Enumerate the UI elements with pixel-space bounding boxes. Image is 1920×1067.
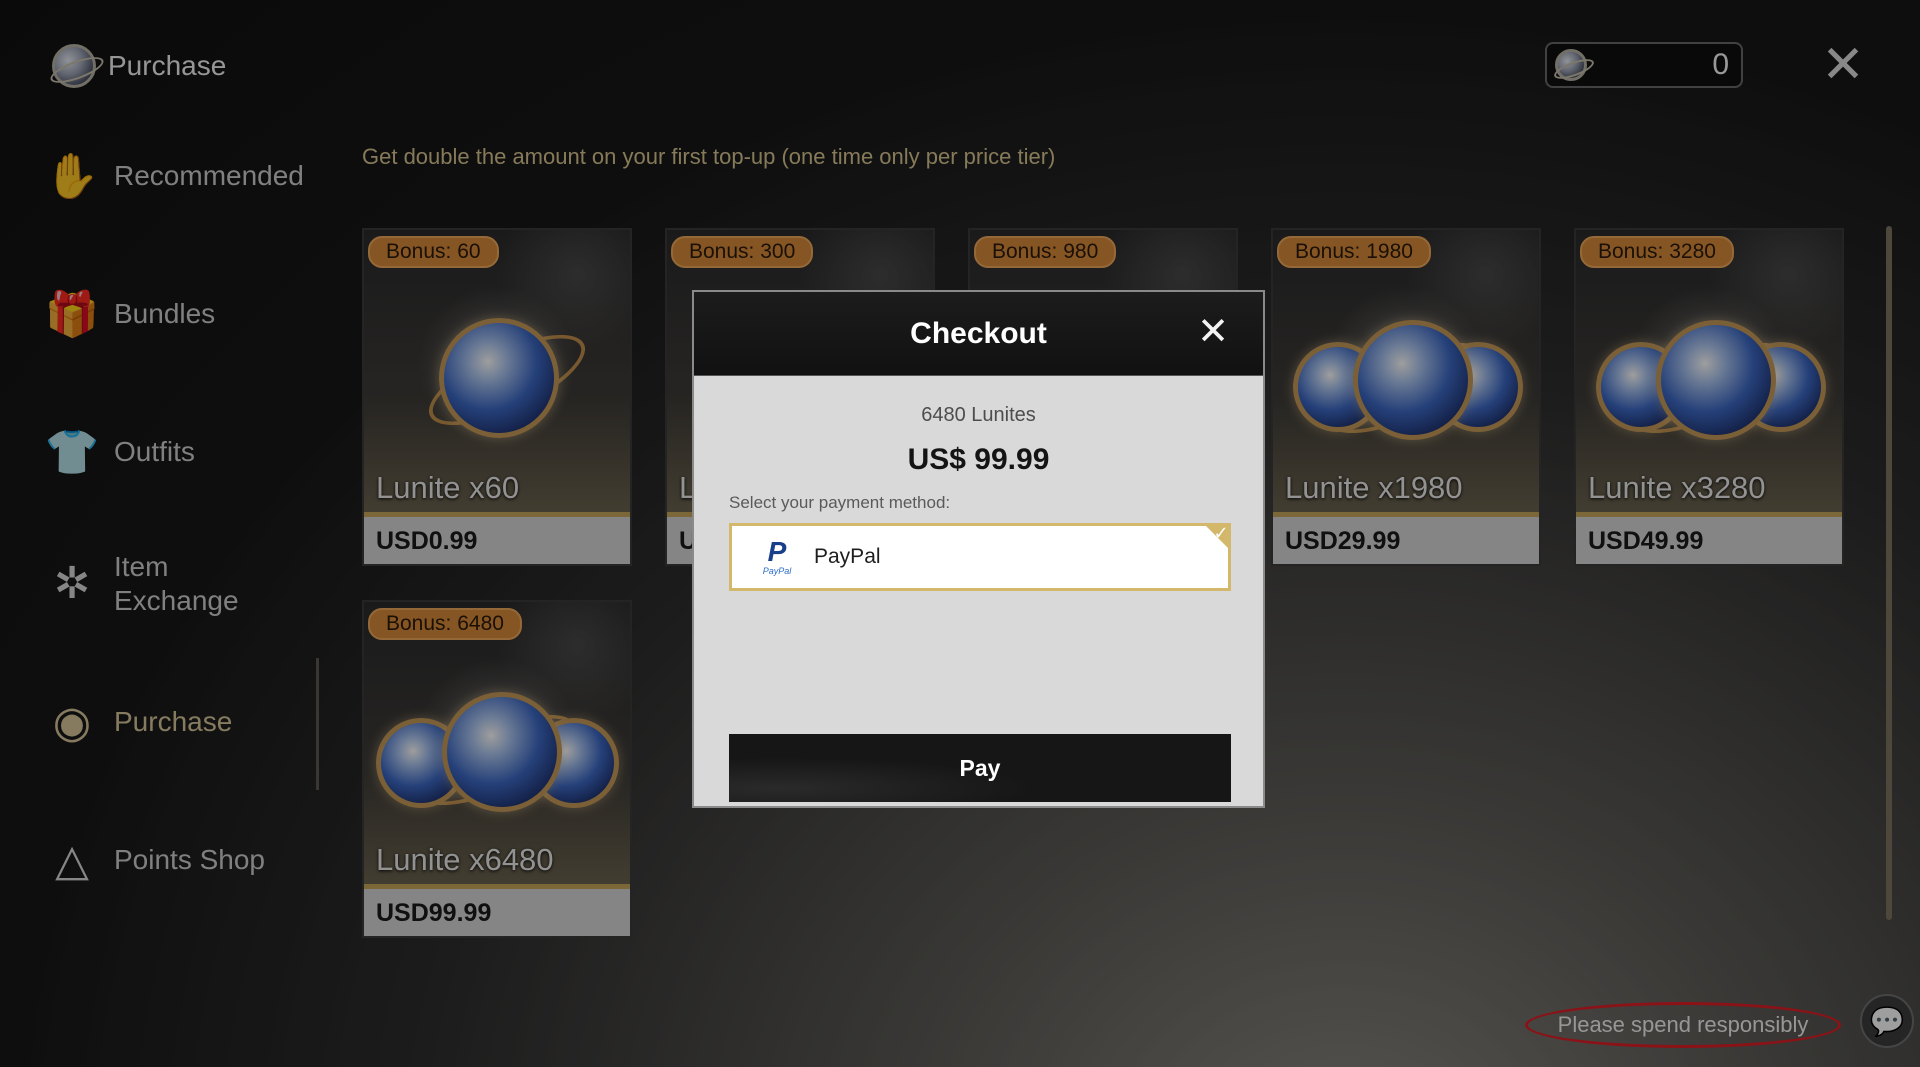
close-icon[interactable]: ✕ — [1195, 313, 1231, 351]
checkmark-icon: ✓ — [1203, 523, 1231, 551]
checkout-modal: Checkout ✕ 6480 Lunites US$ 99.99 Select… — [692, 290, 1265, 808]
payment-option-paypal[interactable]: P PayPal PayPal ✓ — [729, 523, 1231, 591]
modal-body: 6480 Lunites US$ 99.99 Select your payme… — [694, 404, 1263, 836]
payment-method-label: Select your payment method: — [729, 493, 951, 512]
item-price: US$ 99.99 — [907, 443, 1050, 476]
paypal-icon: P PayPal — [762, 536, 792, 577]
modal-title: Checkout — [910, 316, 1047, 350]
modal-header: Checkout ✕ — [694, 292, 1263, 376]
pay-button[interactable]: Pay — [729, 734, 1231, 802]
item-name: 6480 Lunites — [921, 404, 1036, 426]
payment-option-label: PayPal — [814, 545, 881, 568]
